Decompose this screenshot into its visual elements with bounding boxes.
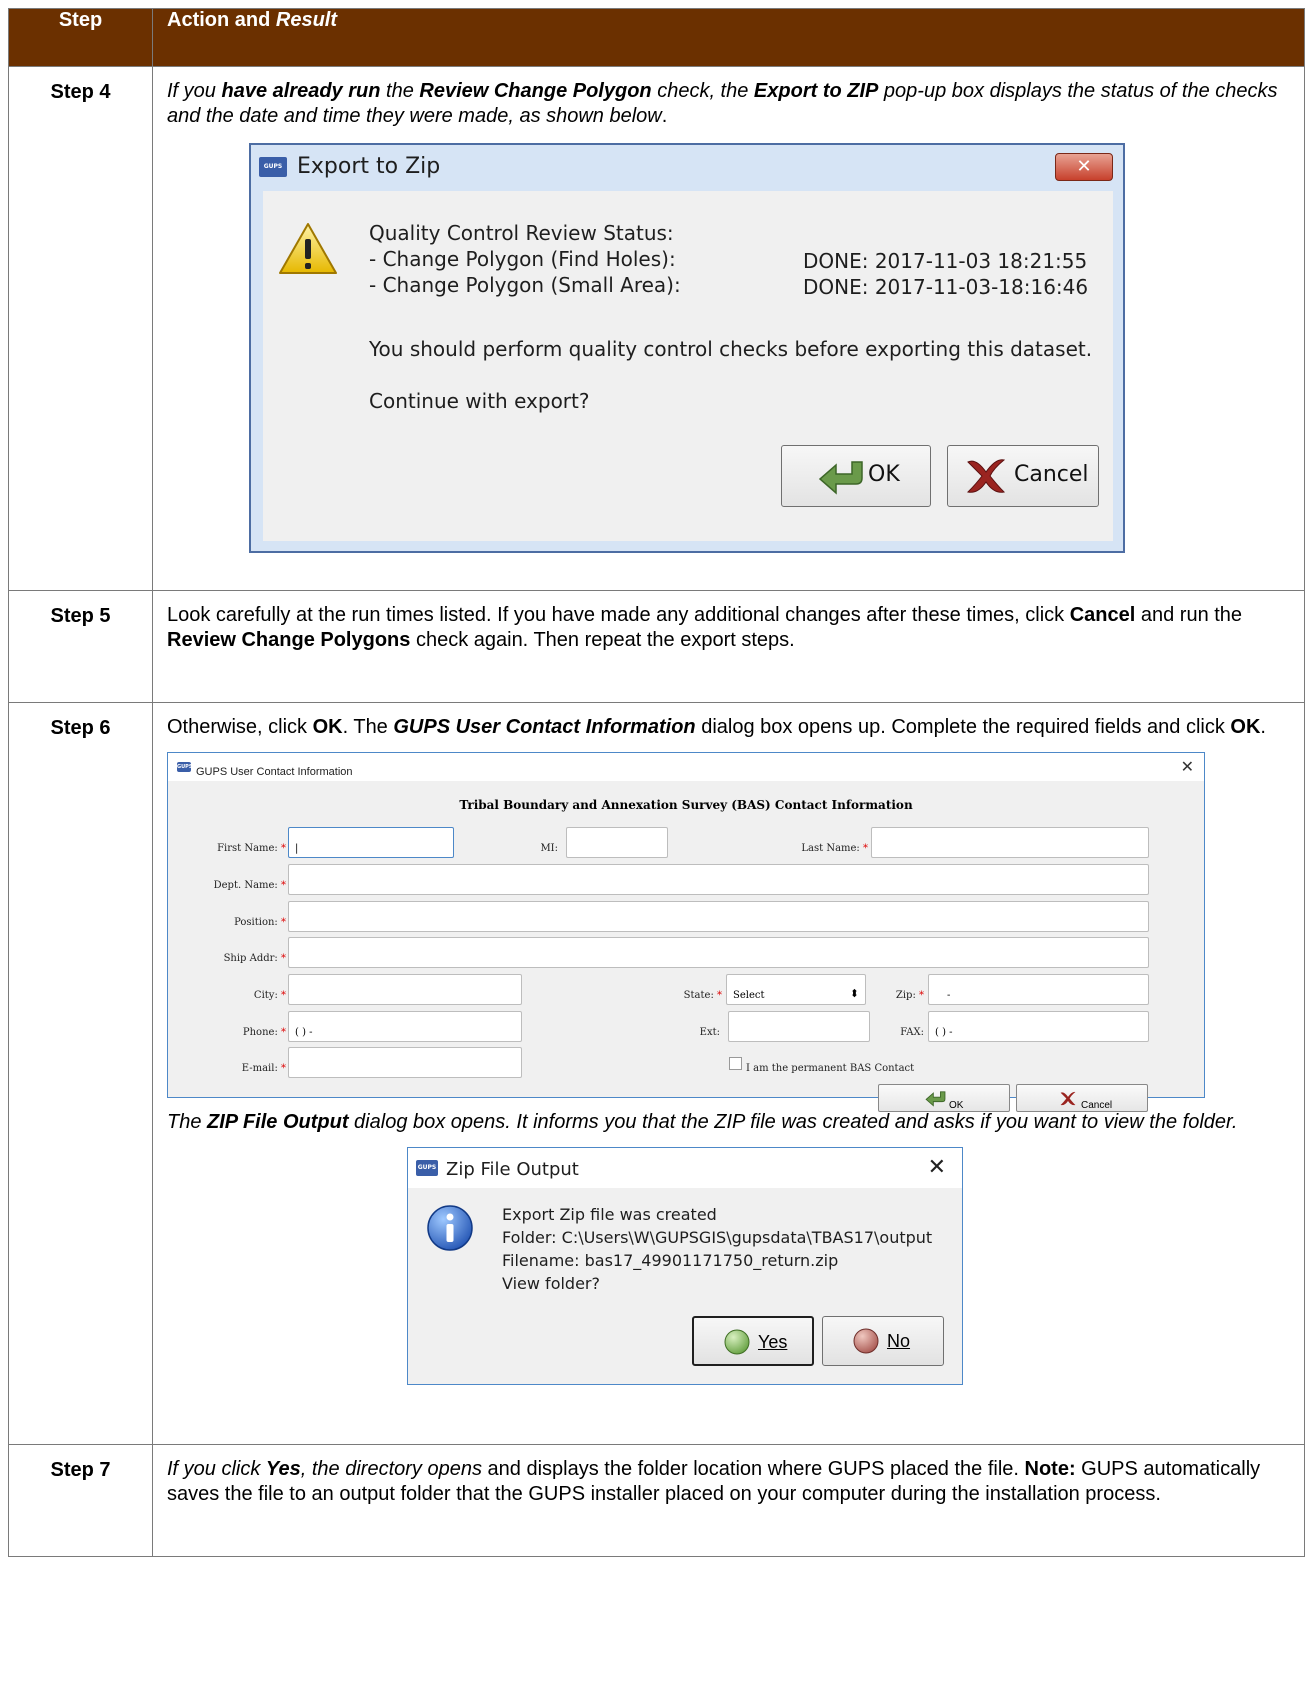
- position-input[interactable]: [288, 901, 1149, 932]
- fax-label: FAX:: [900, 1027, 924, 1038]
- close-icon[interactable]: ✕: [1181, 755, 1194, 780]
- updown-icon: ⬍: [849, 987, 859, 1000]
- procedure-table: Step Action and Result Step 4 If you hav…: [8, 8, 1305, 1557]
- close-button[interactable]: ✕: [1055, 153, 1113, 181]
- zip-input[interactable]: -: [928, 974, 1149, 1005]
- qc-item-find-holes: - Change Polygon (Find Holes):: [369, 247, 676, 271]
- step-5-label: Step 5: [8, 590, 153, 703]
- step-6-row: Step 6 Otherwise, click OK. The GUPS Use…: [8, 702, 1305, 1445]
- ext-label: Ext:: [699, 1027, 720, 1038]
- step-6-label: Step 6: [8, 702, 153, 1445]
- dept-name-input[interactable]: [288, 864, 1149, 895]
- email-input[interactable]: [288, 1047, 522, 1078]
- permanent-contact-label: I am the permanent BAS Contact: [746, 1063, 915, 1074]
- contact-dialog-title: GUPS User Contact Information: [196, 766, 353, 778]
- contact-ok-button[interactable]: OK: [878, 1084, 1010, 1112]
- city-label: City: *: [253, 990, 286, 1001]
- step-6-text: Otherwise, click OK. The GUPS User Conta…: [167, 716, 1266, 738]
- close-icon: ✕: [1076, 156, 1092, 177]
- zip-folder-line: Folder: C:\Users\W\GUPSGIS\gupsdata\TBAS…: [502, 1228, 933, 1247]
- qc-warning-message: You should perform quality control check…: [369, 337, 1093, 361]
- last-name-label: Last Name: *: [801, 843, 868, 854]
- header-step: Step: [8, 8, 153, 67]
- qc-item-small-area: - Change Polygon (Small Area):: [369, 273, 681, 297]
- step-5-text: Look carefully at the run times listed. …: [167, 604, 1243, 651]
- mi-label: MI:: [540, 843, 558, 854]
- qc-item-find-holes-value: DONE: 2017-11-03 18:21:55: [803, 249, 1088, 273]
- zip-view-folder-question: View folder?: [502, 1274, 600, 1293]
- city-input[interactable]: [288, 974, 522, 1005]
- export-dialog-body: Quality Control Review Status: - Change …: [263, 191, 1113, 541]
- position-label: Position: *: [234, 917, 286, 928]
- zip-dialog-title: Zip File Output: [446, 1159, 579, 1180]
- export-to-zip-dialog: GUPS Export to Zip ✕ Quality Control Rev…: [249, 143, 1125, 553]
- email-label: E-mail: *: [241, 1063, 286, 1074]
- export-dialog-titlebar: GUPS Export to Zip ✕: [251, 145, 1123, 191]
- step-7-content: If you click Yes, the directory opens an…: [152, 1444, 1305, 1557]
- ship-addr-input[interactable]: [288, 937, 1149, 968]
- gups-logo: GUPS: [177, 762, 193, 772]
- first-name-label: First Name: *: [217, 843, 286, 854]
- step-7-label: Step 7: [8, 1444, 153, 1557]
- no-icon: [853, 1328, 879, 1354]
- ok-arrow-icon: [818, 461, 863, 495]
- cancel-button[interactable]: Cancel: [947, 445, 1099, 507]
- cancel-x-icon: [966, 459, 1006, 493]
- contact-cancel-button[interactable]: Cancel: [1016, 1084, 1148, 1112]
- dept-name-label: Dept. Name: *: [213, 880, 286, 891]
- zip-dialog-titlebar: GUPS Zip File Output ✕: [408, 1148, 962, 1188]
- warning-icon: [279, 223, 337, 274]
- last-name-input[interactable]: [871, 827, 1149, 858]
- ext-input[interactable]: [728, 1011, 870, 1042]
- close-icon[interactable]: ✕: [928, 1154, 946, 1179]
- mi-input[interactable]: [566, 827, 668, 858]
- contact-form-heading: Tribal Boundary and Annexation Survey (B…: [459, 798, 913, 812]
- continue-question: Continue with export?: [369, 389, 590, 413]
- table-header-row: Step Action and Result: [8, 8, 1305, 67]
- cancel-x-icon: [1060, 1091, 1076, 1106]
- fax-input[interactable]: ( ) -: [928, 1011, 1149, 1042]
- yes-button[interactable]: Yes: [692, 1316, 814, 1366]
- gups-logo: GUPS: [416, 1160, 438, 1176]
- zip-label: Zip: *: [895, 990, 924, 1001]
- state-label: State: *: [683, 990, 722, 1001]
- step-4-text: If you have already run the Review Chang…: [167, 80, 1278, 127]
- zip-filename-line: Filename: bas17_49901171750_return.zip: [502, 1251, 839, 1270]
- no-button[interactable]: No: [822, 1316, 944, 1366]
- ok-button[interactable]: OK: [781, 445, 931, 507]
- phone-input[interactable]: ( ) -: [288, 1011, 522, 1042]
- info-icon: [427, 1205, 473, 1251]
- zip-file-output-dialog: GUPS Zip File Output ✕ Export Zip file w…: [407, 1147, 963, 1385]
- ship-addr-label: Ship Addr: *: [223, 953, 286, 964]
- step-6-after-text: The ZIP File Output dialog box opens. It…: [167, 1111, 1238, 1133]
- header-action: Action and Result: [152, 8, 1305, 67]
- step-5-row: Step 5 Look carefully at the run times l…: [8, 590, 1305, 703]
- ok-arrow-icon: [925, 1091, 946, 1107]
- zip-created-line: Export Zip file was created: [502, 1205, 717, 1224]
- step-4-label: Step 4: [8, 66, 153, 591]
- phone-label: Phone: *: [242, 1027, 286, 1038]
- step-7-text: If you click Yes, the directory opens an…: [167, 1458, 1261, 1505]
- contact-info-dialog: GUPS GUPS User Contact Information ✕ Tri…: [167, 752, 1205, 1112]
- gups-logo: GUPS: [259, 157, 287, 177]
- step-6-content: Otherwise, click OK. The GUPS User Conta…: [152, 702, 1305, 1445]
- state-select[interactable]: Select ⬍: [726, 974, 866, 1005]
- step-5-content: Look carefully at the run times listed. …: [152, 590, 1305, 703]
- first-name-input[interactable]: |: [288, 827, 454, 858]
- permanent-contact-checkbox[interactable]: [729, 1057, 742, 1070]
- contact-dialog-titlebar: GUPS GUPS User Contact Information ✕: [168, 753, 1204, 781]
- qc-item-small-area-value: DONE: 2017-11-03-18:16:46: [803, 275, 1089, 299]
- qc-status-heading: Quality Control Review Status:: [369, 221, 674, 245]
- yes-icon: [724, 1329, 750, 1355]
- export-dialog-title: Export to Zip: [297, 154, 441, 179]
- step-7-row: Step 7 If you click Yes, the directory o…: [8, 1444, 1305, 1557]
- step-4-content: If you have already run the Review Chang…: [152, 66, 1305, 591]
- step-4-row: Step 4 If you have already run the Revie…: [8, 66, 1305, 591]
